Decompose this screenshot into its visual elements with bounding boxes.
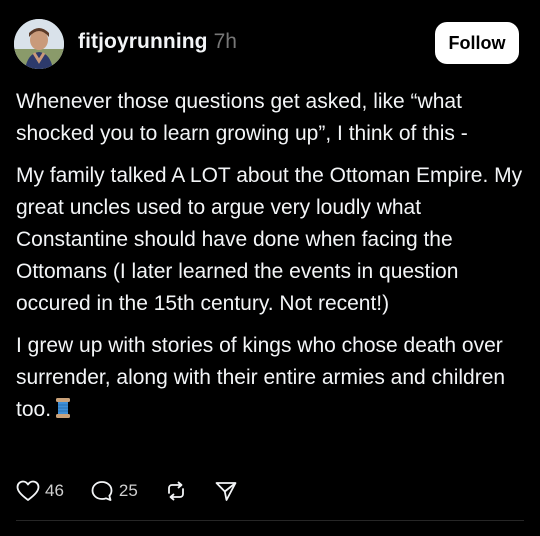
username[interactable]: fitjoyrunning	[78, 30, 208, 54]
heart-icon	[16, 480, 40, 502]
follow-button[interactable]: Follow	[435, 22, 519, 64]
post-timestamp: 7h	[213, 30, 237, 53]
avatar-photo	[14, 19, 64, 69]
post-paragraph: Whenever those questions get asked, like…	[16, 90, 468, 145]
share-icon	[214, 480, 238, 502]
repost-button[interactable]	[164, 480, 188, 502]
comment-button[interactable]: 25	[90, 480, 138, 502]
post-paragraph: My family talked A LOT about the Ottoman…	[16, 164, 523, 315]
like-button[interactable]: 46	[16, 480, 64, 502]
post-body: Whenever those questions get asked, like…	[16, 86, 524, 429]
repost-icon	[164, 480, 188, 502]
post-header: fitjoyrunning 7h	[78, 30, 237, 58]
post-divider	[16, 520, 524, 521]
avatar[interactable]	[14, 19, 64, 69]
share-button[interactable]	[214, 480, 238, 502]
thread-post: fitjoyrunning 7h Follow Whenever those q…	[0, 0, 540, 536]
action-bar: 46 25	[16, 478, 264, 504]
like-count: 46	[45, 481, 64, 500]
post-paragraph-last: I grew up with stories of kings who chos…	[16, 330, 524, 429]
post-paragraph-text: I grew up with stories of kings who chos…	[16, 334, 506, 421]
thread-spool-icon	[55, 397, 71, 429]
comment-count: 25	[118, 481, 138, 500]
comment-icon	[90, 480, 114, 502]
